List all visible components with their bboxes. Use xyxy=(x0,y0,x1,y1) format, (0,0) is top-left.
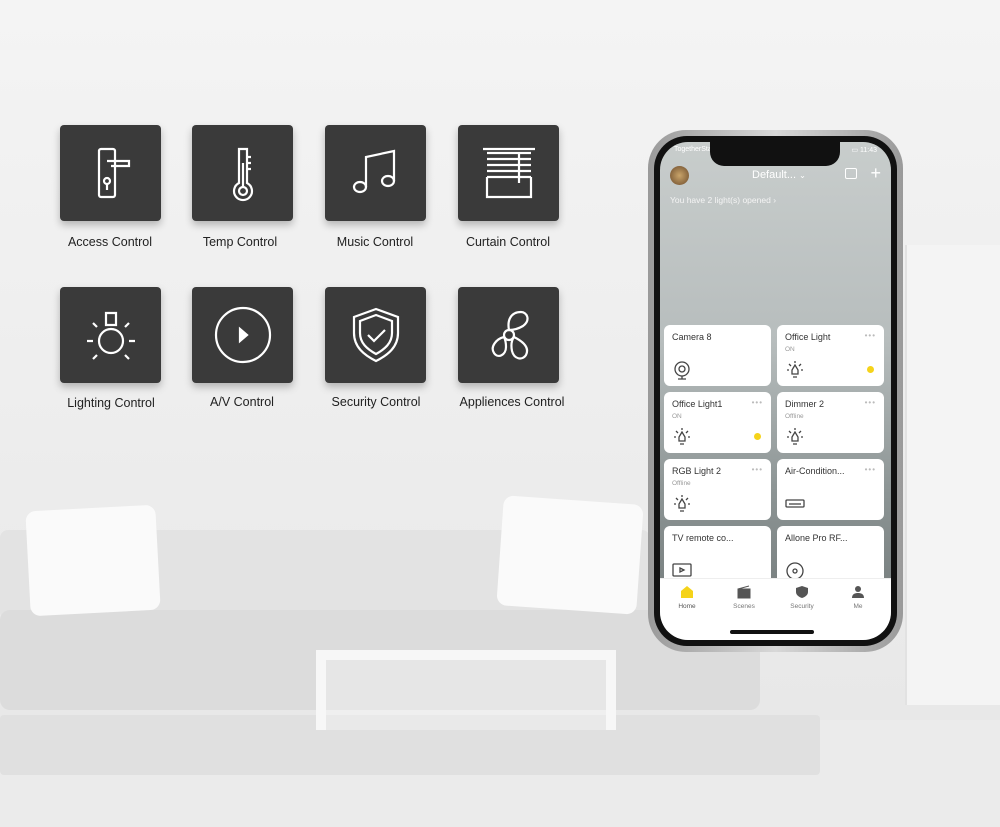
curtain-control-tile[interactable] xyxy=(458,125,559,221)
device-name: Camera 8 xyxy=(672,332,712,342)
door xyxy=(905,245,1000,705)
device-card[interactable]: Camera 8 xyxy=(664,325,771,386)
bulb-icon xyxy=(787,428,803,445)
tab-me[interactable]: Me xyxy=(833,585,883,610)
temp-control-tile[interactable] xyxy=(192,125,293,221)
tab-home[interactable]: Home xyxy=(662,585,712,610)
notch xyxy=(710,142,840,166)
device-name: Office Light1 xyxy=(672,399,723,409)
coffee-table xyxy=(316,650,616,730)
tab-security[interactable]: Security xyxy=(777,585,827,610)
app-screen: TogetherStar ▭ 11:43 Default... ⌄ + You … xyxy=(660,142,891,640)
device-name: Office Light xyxy=(785,332,831,342)
air-conditioner-icon xyxy=(785,499,805,508)
device-name: Allone Pro RF... xyxy=(785,533,848,543)
more-icon[interactable]: ••• xyxy=(865,465,876,474)
person-icon xyxy=(852,586,864,598)
chevron-down-icon: ⌄ xyxy=(799,171,806,180)
more-icon[interactable]: ••• xyxy=(865,398,876,407)
cushion xyxy=(25,504,161,617)
device-name: Air-Condition... xyxy=(785,466,845,476)
device-card[interactable]: Dimmer 2 Offline ••• xyxy=(777,392,884,453)
home-selector[interactable]: Default... ⌄ xyxy=(752,169,806,181)
light-bulb-icon xyxy=(86,311,135,360)
camera-icon xyxy=(674,361,690,380)
message-icon[interactable] xyxy=(845,168,857,179)
carrier: TogetherStar xyxy=(674,146,715,153)
device-status: ON xyxy=(672,413,682,420)
curtain-icon xyxy=(482,147,535,199)
feature-label: Appliences Control xyxy=(459,395,565,409)
device-card[interactable]: RGB Light 2 Offline ••• xyxy=(664,459,771,520)
clock: 11:43 xyxy=(860,147,877,154)
feature-label: Music Control xyxy=(336,235,414,249)
thermometer-icon xyxy=(232,147,253,202)
device-card[interactable]: Office Light1 ON ••• xyxy=(664,392,771,453)
phone-frame: TogetherStar ▭ 11:43 Default... ⌄ + You … xyxy=(648,130,903,652)
more-icon[interactable]: ••• xyxy=(865,331,876,340)
home-icon xyxy=(681,586,693,598)
add-icon[interactable]: + xyxy=(870,163,881,184)
device-card[interactable]: Air-Condition... ••• xyxy=(777,459,884,520)
feature-label: Curtain Control xyxy=(465,235,551,249)
device-card[interactable]: Office Light ON ••• xyxy=(777,325,884,386)
notice-text: You have 2 light(s) opened xyxy=(670,195,771,205)
access-control-tile[interactable] xyxy=(60,125,161,221)
bulb-icon xyxy=(674,428,690,445)
device-name: Dimmer 2 xyxy=(785,399,825,409)
tab-scenes[interactable]: Scenes xyxy=(719,585,769,610)
home-indicator xyxy=(730,630,814,634)
tab-bar: Home Scenes Security Me xyxy=(660,578,891,640)
power-on-indicator[interactable] xyxy=(867,366,874,373)
appliances-control-tile[interactable] xyxy=(458,287,559,383)
feature-label: Security Control xyxy=(331,395,421,409)
lighting-control-tile[interactable] xyxy=(60,287,161,383)
avatar[interactable] xyxy=(670,166,689,185)
shield-icon xyxy=(796,586,808,598)
cushion xyxy=(496,495,644,615)
device-name: TV remote co... xyxy=(672,533,734,543)
device-status: Offline xyxy=(785,413,804,420)
power-on-indicator[interactable] xyxy=(754,433,761,440)
feature-label: A/V Control xyxy=(210,395,274,409)
more-icon[interactable]: ••• xyxy=(752,465,763,474)
device-name: RGB Light 2 xyxy=(672,466,722,476)
lights-notice[interactable]: You have 2 light(s) opened › xyxy=(670,195,776,205)
bulb-icon xyxy=(787,361,803,378)
device-status: Offline xyxy=(672,480,691,487)
play-icon xyxy=(214,306,271,364)
fan-icon xyxy=(491,310,529,360)
status-time: ▭ 11:43 xyxy=(851,147,877,154)
device-status: ON xyxy=(785,346,795,353)
music-note-icon xyxy=(352,149,395,194)
feature-label: Temp Control xyxy=(202,235,278,249)
bulb-icon xyxy=(674,495,690,512)
home-name: Default... xyxy=(752,169,797,181)
shield-check-icon xyxy=(352,307,399,363)
feature-label: Lighting Control xyxy=(67,396,155,410)
feature-label: Access Control xyxy=(67,235,153,249)
av-control-tile[interactable] xyxy=(192,287,293,383)
clapperboard-icon xyxy=(737,585,751,599)
security-control-tile[interactable] xyxy=(325,287,426,383)
music-control-tile[interactable] xyxy=(325,125,426,221)
more-icon[interactable]: ••• xyxy=(752,398,763,407)
door-handle-icon xyxy=(97,147,130,199)
